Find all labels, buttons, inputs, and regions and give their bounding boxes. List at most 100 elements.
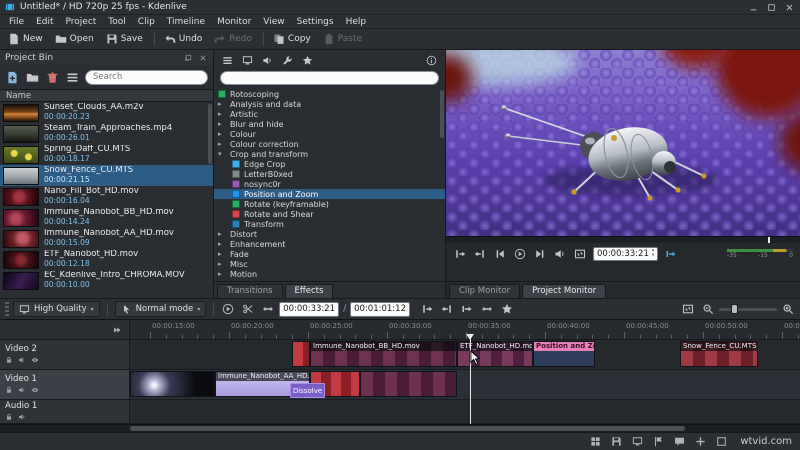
view-options-button[interactable] (65, 70, 80, 85)
track-hide-icon[interactable] (31, 356, 39, 364)
effect-category-colour-correction[interactable]: ▸Colour correction (214, 139, 445, 149)
play-button[interactable] (221, 302, 235, 316)
menu-timeline[interactable]: Timeline (161, 17, 211, 27)
track-lock-icon[interactable] (5, 413, 13, 421)
disk-button[interactable] (610, 435, 623, 448)
timeline-clip-snow-fence-cu-mts[interactable]: Snow_Fence_CU.MTS (680, 341, 758, 367)
preview-quality-select[interactable]: High Quality ▾ (13, 301, 100, 317)
loop-zone-button[interactable] (664, 247, 678, 261)
bin-clip-immune-nanobot-aa-hd-mov[interactable]: Immune_Nanobot_AA_HD.mov00:00:15.09 (0, 228, 213, 249)
track-mute-icon[interactable] (18, 413, 26, 421)
track-lane-audio-1[interactable] (130, 400, 800, 424)
chevron-right-icon[interactable]: ▸ (218, 240, 226, 248)
effect-category-distort[interactable]: ▸Distort (214, 229, 445, 239)
timeline-clip-etf-nanobot-hd-mov[interactable]: ETF_Nanobot_HD.mov (457, 341, 533, 367)
new-button[interactable]: New (4, 31, 49, 47)
save-button[interactable]: Save (102, 31, 149, 47)
timeline-clip[interactable] (292, 341, 310, 367)
chevron-down-icon[interactable]: ▾ (218, 150, 226, 158)
close-panel-button[interactable] (198, 53, 208, 63)
copy-button[interactable]: Copy (269, 31, 317, 47)
effect-item-nosync0r[interactable]: nosync0r (214, 179, 445, 189)
effects-tab-transitions[interactable]: Transitions (217, 284, 283, 298)
skip-next-button[interactable] (533, 247, 547, 261)
menu-view[interactable]: View (257, 17, 290, 27)
extract-zone-button[interactable] (480, 302, 494, 316)
timeline-clip[interactable] (130, 371, 215, 397)
effect-item-letterb0xed[interactable]: LetterB0xed (214, 169, 445, 179)
chevron-right-icon[interactable]: ▸ (218, 260, 226, 268)
toolbar-grip[interactable] (5, 302, 9, 316)
timeline-clip[interactable] (360, 371, 457, 397)
menu-tool[interactable]: Tool (102, 17, 131, 27)
delete-button[interactable] (45, 70, 60, 85)
effect-category-motion[interactable]: ▸Motion (214, 269, 445, 279)
chevron-right-icon[interactable]: ▸ (218, 100, 226, 108)
timeline-ruler[interactable]: 00:00:15:0000:00:20:0000:00:25:0000:00:3… (130, 320, 800, 340)
bin-search-input[interactable] (85, 70, 208, 85)
paste-button[interactable]: Paste (319, 31, 368, 47)
track-lock-icon[interactable] (5, 386, 13, 394)
effect-item-edge-crop[interactable]: Edge Crop (214, 159, 445, 169)
monitor-seek-position[interactable] (768, 237, 770, 243)
playhead-marker[interactable] (466, 334, 474, 340)
minimize-button[interactable] (748, 2, 759, 13)
effect-menu-button[interactable] (221, 54, 234, 67)
track-mute-icon[interactable] (18, 356, 26, 364)
track-lane-video-2[interactable]: Immune_Nanobot_BB_HD.movETF_Nanobot_HD.m… (130, 340, 800, 370)
menu-monitor[interactable]: Monitor (211, 17, 257, 27)
bin-clip-immune-nanobot-bb-hd-mov[interactable]: Immune_Nanobot_BB_HD.mov00:00:14.24 (0, 207, 213, 228)
chevron-right-icon[interactable]: ▸ (218, 270, 226, 278)
zoom-fit-button[interactable] (573, 247, 587, 261)
effect-item-rotate-and-shear[interactable]: Rotate and Shear (214, 209, 445, 219)
bin-clip-nano-fill-bot-hd-mov[interactable]: Nano_Fill_Bot_HD.mov00:00:16.04 (0, 186, 213, 207)
maximize-button[interactable] (766, 2, 777, 13)
effects-search-input[interactable] (220, 71, 439, 85)
zone-out-button[interactable] (440, 302, 454, 316)
timeline-clip-dissolve[interactable]: Dissolve (290, 383, 325, 398)
zoom-slider-handle[interactable] (731, 304, 738, 314)
spacer-button[interactable] (261, 302, 275, 316)
effect-item-position-and-zoom[interactable]: Position and Zoom (214, 189, 445, 199)
zoom-fit-button[interactable] (681, 302, 695, 316)
timecode-spinner[interactable]: ▴▾ (652, 249, 654, 259)
zoom-in-button[interactable] (781, 302, 795, 316)
play-button[interactable] (513, 247, 527, 261)
monitor-tab-project-monitor[interactable]: Project Monitor (522, 284, 606, 298)
zoom-slider[interactable] (719, 303, 777, 315)
track-options-button[interactable] (111, 324, 123, 336)
favorite-button[interactable] (500, 302, 514, 316)
undo-button[interactable]: Undo (160, 31, 209, 47)
menu-project[interactable]: Project (60, 17, 103, 27)
bin-clip-spring-daff-cu-mts[interactable]: Spring_Daff_CU.MTS00:00:18.17 (0, 144, 213, 165)
video-preview[interactable] (446, 50, 800, 236)
effect-category-enhancement[interactable]: ▸Enhancement (214, 239, 445, 249)
effects-tab-effects[interactable]: Effects (285, 284, 334, 298)
zone-start-button[interactable] (453, 247, 467, 261)
effect-item-rotoscoping[interactable]: Rotoscoping (214, 89, 445, 99)
insert-zone-button[interactable] (460, 302, 474, 316)
track-header-video-1[interactable]: Video 1 (0, 370, 129, 400)
effect-category-artistic[interactable]: ▸Artistic (214, 109, 445, 119)
track-mute-icon[interactable] (18, 386, 26, 394)
track-header-video-2[interactable]: Video 2 (0, 340, 129, 370)
chevron-right-icon[interactable]: ▸ (218, 140, 226, 148)
effect-category-crop-and-transform[interactable]: ▾Crop and transform (214, 149, 445, 159)
chevron-right-icon[interactable]: ▸ (218, 230, 226, 238)
monitor-tab-clip-monitor[interactable]: Clip Monitor (449, 284, 520, 298)
effect-category-blur-and-hide[interactable]: ▸Blur and hide (214, 119, 445, 129)
chevron-right-icon[interactable]: ▸ (218, 120, 226, 128)
menu-help[interactable]: Help (340, 17, 373, 27)
edit-mode-select[interactable]: Normal mode ▾ (115, 301, 207, 317)
audio-effects-button[interactable] (261, 54, 274, 67)
playhead-line[interactable] (470, 334, 471, 424)
flag-button[interactable] (652, 435, 665, 448)
zone-end-button[interactable] (473, 247, 487, 261)
effect-category-colour[interactable]: ▸Colour (214, 129, 445, 139)
hscrollbar-handle[interactable] (130, 426, 685, 431)
box-button[interactable] (715, 435, 728, 448)
skip-prev-button[interactable] (493, 247, 507, 261)
chevron-right-icon[interactable]: ▸ (218, 250, 226, 258)
info-button[interactable] (425, 54, 438, 67)
menu-settings[interactable]: Settings (291, 17, 340, 27)
